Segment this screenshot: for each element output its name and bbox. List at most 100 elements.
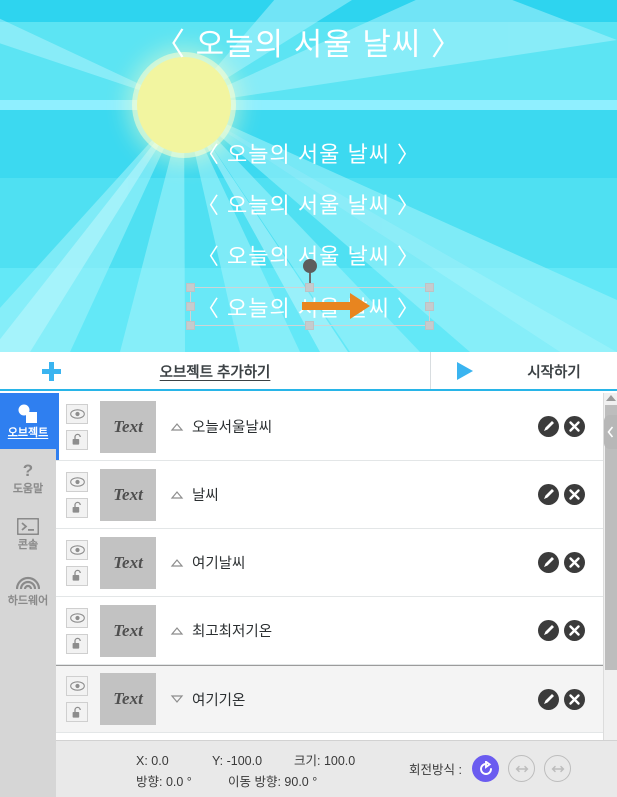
scroll-up-arrow-icon[interactable] — [606, 395, 616, 401]
stage-toolbar: 오브젝트 추가하기 시작하기 — [0, 352, 617, 391]
object-list-panel: Text 오늘서울날씨 Text 날씨 Text 여기날씨 Text 최고최저기… — [56, 393, 617, 797]
sidebar-item-console[interactable]: 콘솔 — [0, 505, 56, 561]
add-object-label: 오브젝트 추가하기 — [159, 364, 271, 381]
object-name[interactable]: 여기날씨 — [192, 552, 245, 573]
sidebar-item-object[interactable]: 오브젝트 — [0, 393, 56, 449]
delete-close-icon[interactable] — [564, 484, 585, 505]
delete-close-icon[interactable] — [564, 688, 585, 710]
object-name[interactable]: 최고최저기온 — [192, 620, 272, 641]
size-value[interactable]: 크기: 100.0 — [294, 751, 355, 772]
row-toggles — [66, 403, 92, 450]
rotation-mode-group: 회전방식 : — [409, 755, 571, 782]
resize-handle-top-right[interactable] — [425, 283, 434, 292]
delete-close-icon[interactable] — [564, 620, 585, 641]
visibility-eye-icon[interactable] — [66, 607, 88, 628]
direction-value[interactable]: 방향: 0.0 ° — [136, 772, 228, 793]
row-toggles — [66, 539, 92, 586]
chevron-down-icon[interactable] — [170, 692, 184, 706]
edit-pencil-icon[interactable] — [538, 416, 559, 437]
resize-handle-middle-left[interactable] — [186, 301, 195, 311]
delete-close-icon[interactable] — [564, 552, 585, 573]
object-thumbnail[interactable]: Text — [100, 536, 156, 589]
chevron-up-icon[interactable] — [170, 624, 184, 638]
svg-text:?: ? — [23, 461, 33, 480]
coordinate-row-position: X: 0.0 Y: -100.0 크기: 100.0 — [136, 751, 355, 772]
object-thumbnail[interactable]: Text — [100, 604, 156, 657]
row-selection-accent — [56, 393, 59, 460]
visibility-eye-icon[interactable] — [66, 403, 88, 424]
stage-text-title[interactable]: 〈 오늘의 서울 날씨 〉 — [0, 19, 617, 64]
table-row[interactable]: Text 오늘서울날씨 — [56, 393, 603, 461]
lock-open-icon[interactable] — [66, 429, 88, 450]
y-value[interactable]: Y: -100.0 — [212, 751, 294, 772]
table-row[interactable]: Text 날씨 — [56, 461, 603, 529]
wifi-signal-icon — [16, 571, 40, 593]
resize-handle-middle-right[interactable] — [425, 301, 434, 311]
object-thumbnail[interactable]: Text — [100, 673, 156, 725]
visibility-eye-icon[interactable] — [66, 539, 88, 560]
add-object-button[interactable]: 오브젝트 추가하기 — [0, 352, 430, 389]
object-name[interactable]: 날씨 — [192, 484, 219, 505]
edit-pencil-icon[interactable] — [538, 620, 559, 641]
x-value[interactable]: X: 0.0 — [136, 751, 212, 772]
table-row[interactable]: Text 여기날씨 — [56, 529, 603, 597]
lock-open-icon[interactable] — [66, 565, 88, 586]
chevron-up-icon[interactable] — [170, 420, 184, 434]
circular-arrow-icon — [479, 760, 492, 775]
terminal-icon — [17, 515, 39, 537]
delete-close-icon[interactable] — [564, 416, 585, 437]
row-actions — [538, 484, 585, 505]
lower-panel: 오브젝트 ? 도움말 콘솔 하드웨어 Text 오늘서울날씨 Text 날씨 T… — [0, 393, 617, 797]
resize-handle-bottom-right[interactable] — [425, 321, 434, 330]
rotation-mode-label: 회전방식 : — [409, 763, 462, 777]
left-right-arrow-icon — [551, 765, 564, 772]
stage-canvas[interactable]: 〈 오늘의 서울 날씨 〉 〈 오늘의 서울 날씨 〉 〈 오늘의 서울 날씨 … — [0, 0, 617, 352]
sidebar-item-hardware[interactable]: 하드웨어 — [0, 561, 56, 617]
sidebar-item-label: 오브젝트 — [7, 427, 49, 439]
row-actions — [538, 688, 585, 710]
start-button[interactable]: 시작하기 — [430, 352, 617, 389]
chevron-left-icon — [607, 426, 614, 438]
row-actions — [538, 552, 585, 573]
lock-open-icon[interactable] — [66, 702, 88, 722]
rotation-mode-free-button[interactable] — [472, 755, 499, 782]
visibility-eye-icon[interactable] — [66, 471, 88, 492]
object-thumbnail[interactable]: Text — [100, 400, 156, 453]
edit-pencil-icon[interactable] — [538, 552, 559, 573]
object-properties-statusbar: X: 0.0 Y: -100.0 크기: 100.0 방향: 0.0 ° 이동 방향:… — [56, 740, 617, 797]
edit-pencil-icon[interactable] — [538, 484, 559, 505]
left-sidebar: 오브젝트 ? 도움말 콘솔 하드웨어 — [0, 393, 56, 797]
resize-handle-top-left[interactable] — [186, 283, 195, 292]
shapes-icon — [17, 403, 39, 425]
rotation-mode-fixed-button[interactable] — [544, 755, 571, 782]
lock-open-icon[interactable] — [66, 633, 88, 654]
rotation-mode-horizontal-button[interactable] — [508, 755, 535, 782]
object-name[interactable]: 오늘서울날씨 — [192, 416, 272, 437]
chevron-up-icon[interactable] — [170, 556, 184, 570]
direction-arrow-icon[interactable] — [300, 290, 372, 322]
sidebar-item-label: 콘솔 — [17, 539, 39, 551]
panel-collapse-tab[interactable] — [604, 415, 617, 449]
coordinate-row-direction: 방향: 0.0 ° 이동 방향: 90.0 ° — [136, 772, 355, 793]
rotation-handle-knob[interactable] — [303, 259, 317, 273]
stage-text-clone-1[interactable]: 〈 오늘의 서울 날씨 〉 — [0, 137, 617, 169]
table-row[interactable]: Text 최고최저기온 — [56, 597, 603, 665]
row-toggles — [66, 676, 92, 722]
left-right-arrow-icon — [515, 765, 528, 772]
object-thumbnail[interactable]: Text — [100, 468, 156, 521]
sidebar-item-help[interactable]: ? 도움말 — [0, 449, 56, 505]
visibility-eye-icon[interactable] — [66, 676, 88, 696]
chevron-up-icon[interactable] — [170, 488, 184, 502]
object-name[interactable]: 여기기온 — [192, 689, 245, 710]
resize-handle-bottom-center[interactable] — [305, 321, 314, 330]
stage-text-clone-2[interactable]: 〈 오늘의 서울 날씨 〉 — [0, 188, 617, 220]
lock-open-icon[interactable] — [66, 497, 88, 518]
resize-handle-bottom-left[interactable] — [186, 321, 195, 330]
edit-pencil-icon[interactable] — [538, 688, 559, 710]
sidebar-item-label: 하드웨어 — [7, 595, 49, 607]
play-icon — [457, 361, 473, 380]
move-direction-value[interactable]: 이동 방향: 90.0 ° — [228, 772, 317, 793]
table-row[interactable]: Text 여기기온 — [56, 665, 603, 733]
entry-workspace: 〈 오늘의 서울 날씨 〉 〈 오늘의 서울 날씨 〉 〈 오늘의 서울 날씨 … — [0, 0, 617, 797]
question-mark-icon: ? — [20, 459, 36, 481]
